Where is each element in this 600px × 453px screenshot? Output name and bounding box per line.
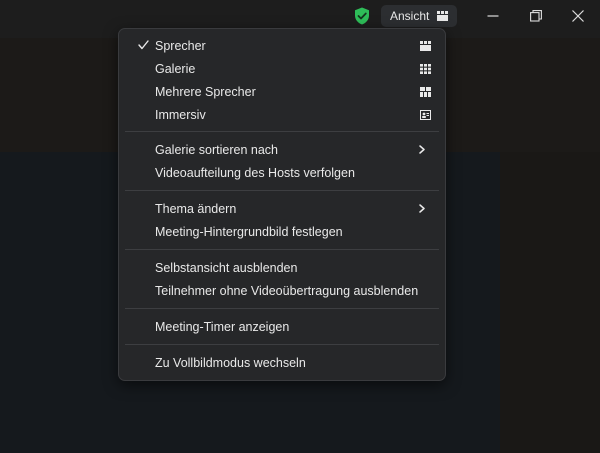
- restore-icon: [530, 10, 542, 22]
- menu-item-label: Mehrere Sprecher: [155, 85, 256, 99]
- menu-item-sort-gallery[interactable]: Galerie sortieren nach: [119, 139, 445, 161]
- checkmark-icon: [138, 40, 149, 50]
- menu-item-label: Selbstansicht ausblenden: [155, 261, 298, 275]
- menu-item-label: Immersiv: [155, 108, 206, 122]
- close-button[interactable]: [565, 6, 591, 26]
- menu-item-enter-fullscreen[interactable]: Zu Vollbildmodus wechseln: [119, 352, 445, 374]
- menu-separator: [125, 308, 439, 309]
- menu-separator: [125, 344, 439, 345]
- menu-item-label: Zu Vollbildmodus wechseln: [155, 356, 306, 370]
- gallery-layout-icon: [420, 64, 431, 74]
- menu-item-label: Galerie sortieren nach: [155, 143, 278, 157]
- view-button-label: Ansicht: [390, 9, 430, 23]
- menu-item-label: Videoaufteilung des Hosts verfolgen: [155, 166, 355, 180]
- close-icon: [572, 10, 584, 22]
- immersive-layout-icon: [420, 110, 431, 120]
- menu-item-immersive[interactable]: Immersiv: [119, 104, 445, 126]
- menu-item-label: Meeting-Timer anzeigen: [155, 320, 290, 334]
- menu-item-multi-speaker[interactable]: Mehrere Sprecher: [119, 81, 445, 103]
- menu-separator: [125, 249, 439, 250]
- menu-item-show-meeting-timer[interactable]: Meeting-Timer anzeigen: [119, 316, 445, 338]
- menu-item-label: Galerie: [155, 62, 196, 76]
- menu-item-label: Teilnehmer ohne Videoübertragung ausblen…: [155, 284, 419, 298]
- menu-item-gallery[interactable]: Galerie: [119, 58, 445, 80]
- menu-item-follow-host-video-order[interactable]: Videoaufteilung des Hosts verfolgen: [119, 162, 445, 184]
- menu-item-change-theme[interactable]: Thema ändern: [119, 198, 445, 220]
- menu-item-speaker[interactable]: Sprecher: [119, 35, 445, 57]
- speaker-layout-icon: [437, 11, 449, 21]
- maximize-button[interactable]: [523, 6, 549, 26]
- menu-item-hide-self-view[interactable]: Selbstansicht ausblenden: [119, 257, 445, 279]
- view-menu: Sprecher Galerie Mehrere Sprecher Immers…: [118, 28, 446, 381]
- security-shield-icon[interactable]: [352, 6, 372, 26]
- menu-separator: [125, 190, 439, 191]
- chevron-right-icon: [419, 204, 425, 213]
- speaker-layout-icon: [420, 41, 431, 51]
- view-button[interactable]: Ansicht: [381, 5, 457, 27]
- menu-item-label: Thema ändern: [155, 202, 237, 216]
- minimize-button[interactable]: [480, 6, 506, 26]
- menu-item-label: Meeting-Hintergrundbild festlegen: [155, 225, 343, 239]
- multi-speaker-layout-icon: [420, 87, 431, 97]
- menu-item-set-meeting-wallpaper[interactable]: Meeting-Hintergrundbild festlegen: [119, 221, 445, 243]
- menu-item-label: Sprecher: [155, 39, 206, 53]
- side-video-area: [500, 152, 600, 453]
- menu-item-hide-non-video-participants[interactable]: Teilnehmer ohne Videoübertragung ausblen…: [119, 280, 445, 302]
- chevron-right-icon: [419, 145, 425, 154]
- menu-separator: [125, 131, 439, 132]
- minimize-icon: [487, 15, 499, 17]
